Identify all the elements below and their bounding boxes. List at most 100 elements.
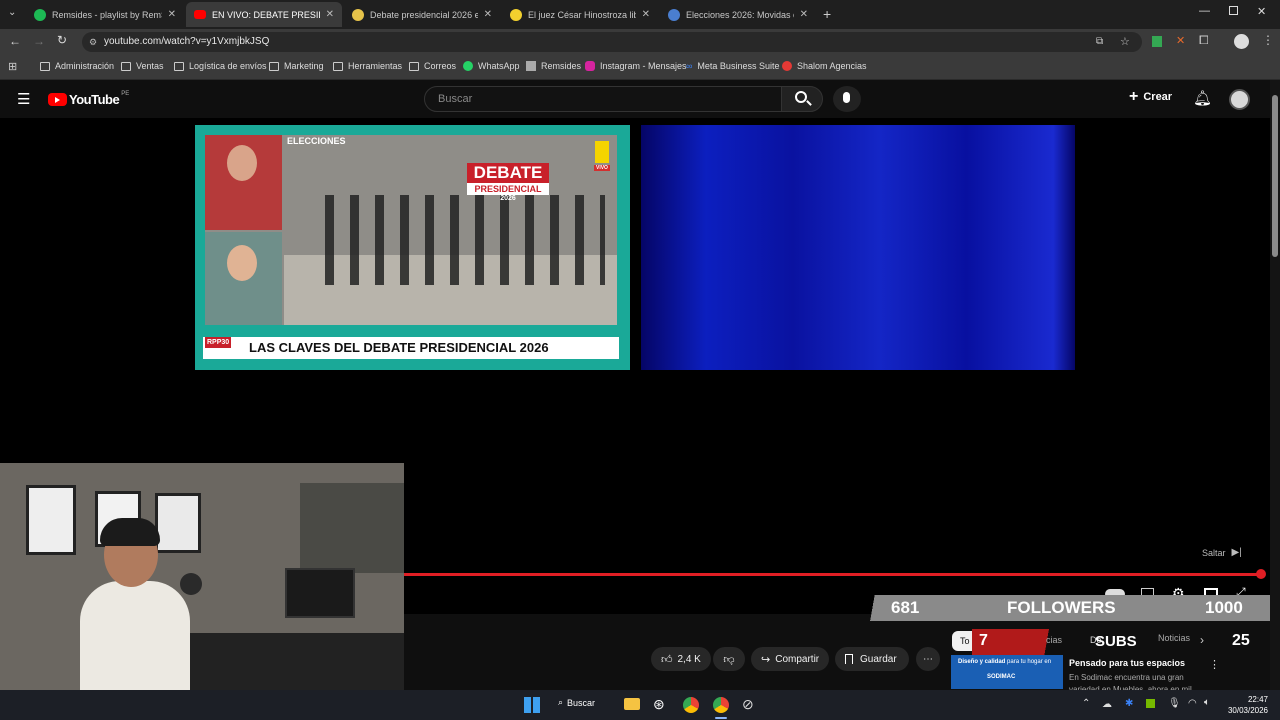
voice-search-button[interactable] [833, 86, 861, 112]
followers-goal: 1000 [1205, 598, 1243, 617]
taskbar-active-indicator [715, 717, 727, 719]
wifi-icon[interactable]: ◠ [1188, 698, 1197, 709]
bookmark-meta-business[interactable]: ∞ Meta Business Suite [686, 61, 779, 71]
bookmark-whatsapp[interactable]: WhatsApp [463, 61, 520, 71]
close-icon[interactable]: ✕ [168, 9, 176, 20]
subs-label: SUBS [1095, 633, 1137, 650]
profile-avatar[interactable] [1234, 34, 1249, 49]
extensions-puzzle-icon[interactable]: ⧠ [1199, 33, 1209, 48]
bookmark-remsides[interactable]: Remsides [526, 61, 581, 71]
presenter-face [227, 145, 257, 181]
taskbar-search[interactable]: ⌕ Buscar [558, 697, 595, 708]
app-icon[interactable]: ⊘ [742, 696, 754, 713]
streamer-hair [100, 518, 160, 546]
youtube-play-icon [48, 93, 67, 106]
account-avatar[interactable] [1229, 89, 1250, 110]
ad-title[interactable]: Pensado para tus espacios [1069, 658, 1185, 668]
menu-icon[interactable]: ☰ [17, 90, 30, 108]
url-field[interactable]: ⚙ youtube.com/watch?v=y1VxmjbkJSQ ⧉ ☆ [82, 32, 1142, 52]
ad-menu-icon[interactable]: ⋮ [1209, 658, 1220, 671]
close-icon[interactable]: ✕ [800, 9, 808, 20]
shalom-icon [782, 61, 792, 71]
minimize-button[interactable]: — [1199, 5, 1210, 17]
chips-next-icon[interactable]: › [1200, 633, 1204, 647]
bookmark-label: Logística de envíos [189, 61, 267, 71]
bookmark-shalom[interactable]: Shalom Agencias [782, 61, 867, 71]
forward-icon[interactable]: → [33, 34, 45, 48]
bookmark-ventas[interactable]: Ventas [121, 61, 164, 71]
plus-icon: + [1129, 88, 1139, 105]
search-button[interactable] [781, 86, 823, 112]
tab-debate-presidencial[interactable]: Debate presidencial 2026 en la ✕ [344, 2, 500, 27]
ad-card[interactable]: Diseño y calidad para tu hogar en SODIMA… [951, 655, 1269, 694]
progress-scrubber[interactable] [1256, 569, 1266, 579]
ad-image: Diseño y calidad para tu hogar en SODIMA… [951, 655, 1063, 689]
blue-screen-panel [641, 125, 1075, 370]
microphone-arm [180, 573, 202, 595]
bookmark-administracion[interactable]: Administración [40, 61, 114, 71]
close-icon[interactable]: ✕ [642, 9, 650, 20]
close-window-button[interactable]: ✕ [1257, 5, 1266, 18]
bookmark-label: Meta Business Suite [697, 61, 780, 71]
candidates-row [325, 195, 605, 285]
more-actions-button[interactable]: ⋯ [916, 647, 940, 671]
save-button[interactable]: Guardar [835, 647, 909, 671]
nvidia-icon[interactable] [1146, 699, 1155, 708]
clock[interactable]: 22:47 30/03/2026 [1222, 694, 1268, 716]
folder-icon [121, 61, 131, 71]
tab-en-vivo-debate[interactable]: EN VIVO: DEBATE PRESIDENCIAL ✕ [186, 2, 342, 27]
skip-button[interactable]: Saltar ▶| [1202, 547, 1242, 558]
bookmark-star-icon[interactable]: ☆ [1120, 32, 1130, 52]
restore-button[interactable] [1229, 6, 1238, 15]
youtube-logo[interactable]: YouTube PE [48, 91, 129, 107]
youtube-icon [194, 10, 206, 19]
apps-grid-icon[interactable]: ⊞ [8, 60, 17, 73]
install-app-icon[interactable]: ⧉ [1096, 32, 1103, 52]
news-icon [668, 8, 680, 21]
tab-remsides[interactable]: Remsides - playlist by RemSide ✕ [26, 2, 184, 27]
file-explorer-icon[interactable] [624, 698, 640, 710]
back-icon[interactable]: ← [9, 34, 21, 48]
extension-tools-icon[interactable]: ✕ [1176, 34, 1185, 47]
bookmark-marketing[interactable]: Marketing [269, 61, 324, 71]
chatgpt-icon[interactable]: ⊛ [653, 696, 665, 713]
chrome-icon[interactable] [683, 697, 699, 713]
volume-icon[interactable]: 🔈︎ [1204, 697, 1210, 708]
bookmark-herramientas[interactable]: Herramientas [333, 61, 402, 71]
extension-sheets-icon[interactable] [1152, 36, 1162, 47]
microphone-tray-icon[interactable]: 🎙︎ [1168, 698, 1181, 709]
reload-icon[interactable]: ↻ [57, 33, 67, 47]
like-button[interactable]: 👍︎ 2,4 K [651, 647, 711, 671]
notifications-bell-icon[interactable]: 🔔︎ [1193, 89, 1212, 107]
close-icon[interactable]: ✕ [484, 9, 492, 20]
debate-logo: DEBATE PRESIDENCIAL 2026 [467, 163, 549, 203]
scrollbar-thumb[interactable] [1272, 95, 1278, 257]
bookmark-instagram[interactable]: Instagram - Mensajes [585, 61, 687, 71]
dislike-button[interactable]: 👎︎ [713, 647, 745, 671]
share-button[interactable]: ↪ Compartir [751, 647, 829, 671]
folder-icon [409, 61, 419, 71]
tab-juez-hinostroza[interactable]: El juez César Hinostroza liberó ✕ [502, 2, 658, 27]
chrome-active-icon[interactable] [713, 697, 729, 713]
ad-image-text-1: Diseño y calidad [958, 659, 1006, 665]
tab-title: El juez César Hinostroza liberó [528, 9, 636, 20]
bookmark-correos[interactable]: Correos [409, 61, 456, 71]
whatsapp-icon [463, 61, 473, 71]
search-input[interactable]: Buscar [424, 86, 782, 112]
browser-menu-icon[interactable]: ⋮ [1262, 33, 1274, 47]
site-info-icon[interactable]: ⚙ [89, 32, 97, 52]
taskbar-search-label: Buscar [567, 697, 596, 708]
create-button[interactable]: + Crear [1129, 88, 1172, 105]
video-progress-bar[interactable] [404, 573, 1261, 576]
close-icon[interactable]: ✕ [326, 9, 334, 20]
windows-start-icon[interactable] [524, 697, 540, 713]
tab-search-icon[interactable]: ⌄ [8, 7, 16, 18]
onedrive-icon[interactable]: ☁ [1102, 699, 1112, 710]
chip-noticias[interactable]: Noticias [1158, 633, 1190, 643]
bookmark-logistica[interactable]: Logística de envíos [174, 61, 267, 71]
chip-noticias-partial[interactable]: cias [1046, 635, 1062, 645]
new-tab-button[interactable]: + [823, 6, 831, 22]
tray-chevron-icon[interactable]: ⌃ [1082, 698, 1090, 709]
bluetooth-icon[interactable]: ✱ [1125, 698, 1133, 709]
tab-elecciones-2026[interactable]: Elecciones 2026: Movidas en la ✕ [660, 2, 816, 27]
